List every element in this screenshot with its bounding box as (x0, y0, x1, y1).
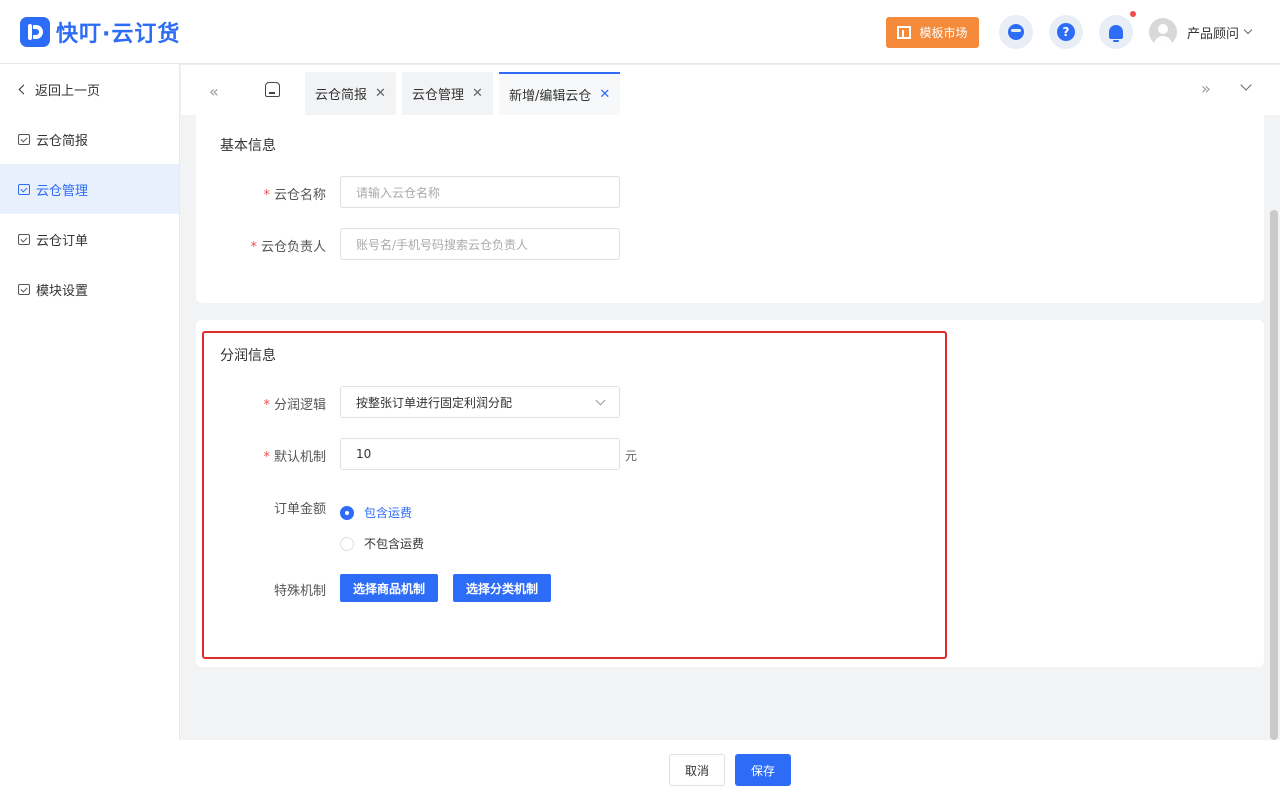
radio-exclude-shipping[interactable]: 不包含运费 (340, 535, 424, 552)
top-header: 快叮·云订货 模板市场 ? 产品顾问 (0, 0, 1280, 64)
radio-checked-icon (340, 505, 354, 520)
form-label-order-amount: 订单金额 (273, 502, 326, 517)
form-label-special: 特殊机制 (273, 584, 326, 599)
required-mark: * (263, 450, 270, 465)
home-icon[interactable] (265, 82, 280, 97)
user-name: 产品顾问 (1187, 26, 1240, 42)
sidebar-item-briefing[interactable]: 云仓简报 (0, 114, 179, 164)
profit-logic-select[interactable]: 按整张订单进行固定利润分配 (340, 386, 620, 418)
template-market-label: 模板市场 (919, 26, 968, 40)
sidebar: 返回上一页 云仓简报 云仓管理 云仓订单 模块设置 (0, 64, 180, 800)
form-label-owner: * 云仓负责人 (250, 240, 326, 255)
radio-label: 不包含运费 (364, 537, 425, 551)
close-icon[interactable]: ✕ (599, 87, 610, 102)
customer-service-button[interactable] (999, 15, 1033, 49)
select-goods-mechanism-button[interactable]: 选择商品机制 (340, 574, 438, 602)
headset-icon (1008, 24, 1024, 40)
user-menu[interactable]: 产品顾问 (1149, 18, 1253, 46)
tab-label: 云仓简报 (315, 88, 368, 103)
form-label-default: * 默认机制 (263, 450, 326, 465)
template-icon (897, 26, 912, 39)
tab-edit-warehouse[interactable]: 新增/编辑云仓 ✕ (499, 72, 621, 115)
required-mark: * (263, 398, 270, 413)
notifications-button[interactable] (1099, 15, 1133, 49)
radio-include-shipping[interactable]: 包含运费 (340, 504, 412, 521)
sidebar-item-label: 云仓订单 (36, 233, 89, 249)
close-icon[interactable]: ✕ (472, 86, 483, 101)
section-title: 分润信息 (220, 348, 276, 364)
sidebar-item-orders[interactable]: 云仓订单 (0, 214, 179, 264)
close-icon[interactable]: ✕ (375, 86, 386, 101)
back-label: 返回上一页 (35, 83, 101, 99)
notification-dot (1130, 11, 1136, 17)
bell-icon (1109, 25, 1123, 42)
tab-label: 云仓管理 (412, 88, 465, 103)
form-label-name: * 云仓名称 (263, 188, 326, 203)
profit-info-card: 分润信息 * 分润逻辑 按整张订单进行固定利润分配 * 默认机制 10 元 订单金额… (196, 320, 1264, 667)
form-label-logic: * 分润逻辑 (263, 398, 326, 413)
tab-management[interactable]: 云仓管理 ✕ (402, 72, 493, 115)
select-value: 按整张订单进行固定利润分配 (356, 395, 513, 410)
chevron-left-icon (18, 84, 29, 94)
warehouse-owner-input[interactable]: 账号名/手机号码搜索云仓负责人 (340, 228, 620, 260)
sidebar-item-label: 模块设置 (36, 283, 89, 299)
double-chevron-right-icon[interactable]: » (1201, 79, 1211, 98)
logo-mark-icon (20, 17, 50, 47)
checklist-icon (18, 233, 30, 245)
sidebar-item-management[interactable]: 云仓管理 (0, 164, 179, 214)
chevron-down-icon[interactable] (1240, 79, 1252, 91)
sidebar-item-module-settings[interactable]: 模块设置 (0, 264, 179, 314)
logo[interactable]: 快叮·云订货 (20, 17, 181, 47)
scrollbar[interactable] (1270, 210, 1278, 740)
checklist-icon (18, 133, 30, 145)
sidebar-item-label: 云仓简报 (36, 133, 89, 149)
cancel-button[interactable]: 取消 (669, 754, 725, 786)
checklist-icon (18, 283, 30, 295)
tab-briefing[interactable]: 云仓简报 ✕ (305, 72, 396, 115)
select-category-mechanism-button[interactable]: 选择分类机制 (453, 574, 551, 602)
warehouse-name-input[interactable]: 请输入云仓名称 (340, 176, 620, 208)
chevron-down-icon (1243, 25, 1253, 35)
sidebar-item-label: 云仓管理 (36, 183, 89, 199)
help-button[interactable]: ? (1049, 15, 1083, 49)
back-link[interactable]: 返回上一页 (0, 64, 179, 114)
radio-label: 包含运费 (364, 506, 413, 520)
default-mechanism-input[interactable]: 10 (340, 438, 620, 470)
tab-bar: « 云仓简报 ✕ 云仓管理 ✕ 新增/编辑云仓 ✕ » (181, 65, 1280, 115)
footer-bar: 取消 保存 (0, 740, 1280, 800)
double-chevron-left-icon[interactable]: « (209, 82, 219, 101)
basic-info-card: 基本信息 * 云仓名称 请输入云仓名称 * 云仓负责人 账号名/手机号码搜索云仓负责… (196, 115, 1264, 303)
logo-text: 快叮·云订货 (56, 22, 181, 47)
chevron-down-icon (595, 395, 606, 406)
template-market-button[interactable]: 模板市场 (886, 17, 979, 48)
unit-label: 元 (625, 449, 638, 463)
required-mark: * (250, 240, 257, 255)
save-button[interactable]: 保存 (735, 754, 791, 786)
required-mark: * (263, 188, 270, 203)
checklist-icon (18, 183, 30, 195)
avatar (1149, 18, 1177, 46)
tab-label: 新增/编辑云仓 (509, 89, 592, 104)
radio-unchecked-icon (340, 536, 354, 551)
question-icon: ? (1057, 23, 1075, 41)
section-title: 基本信息 (220, 138, 276, 154)
